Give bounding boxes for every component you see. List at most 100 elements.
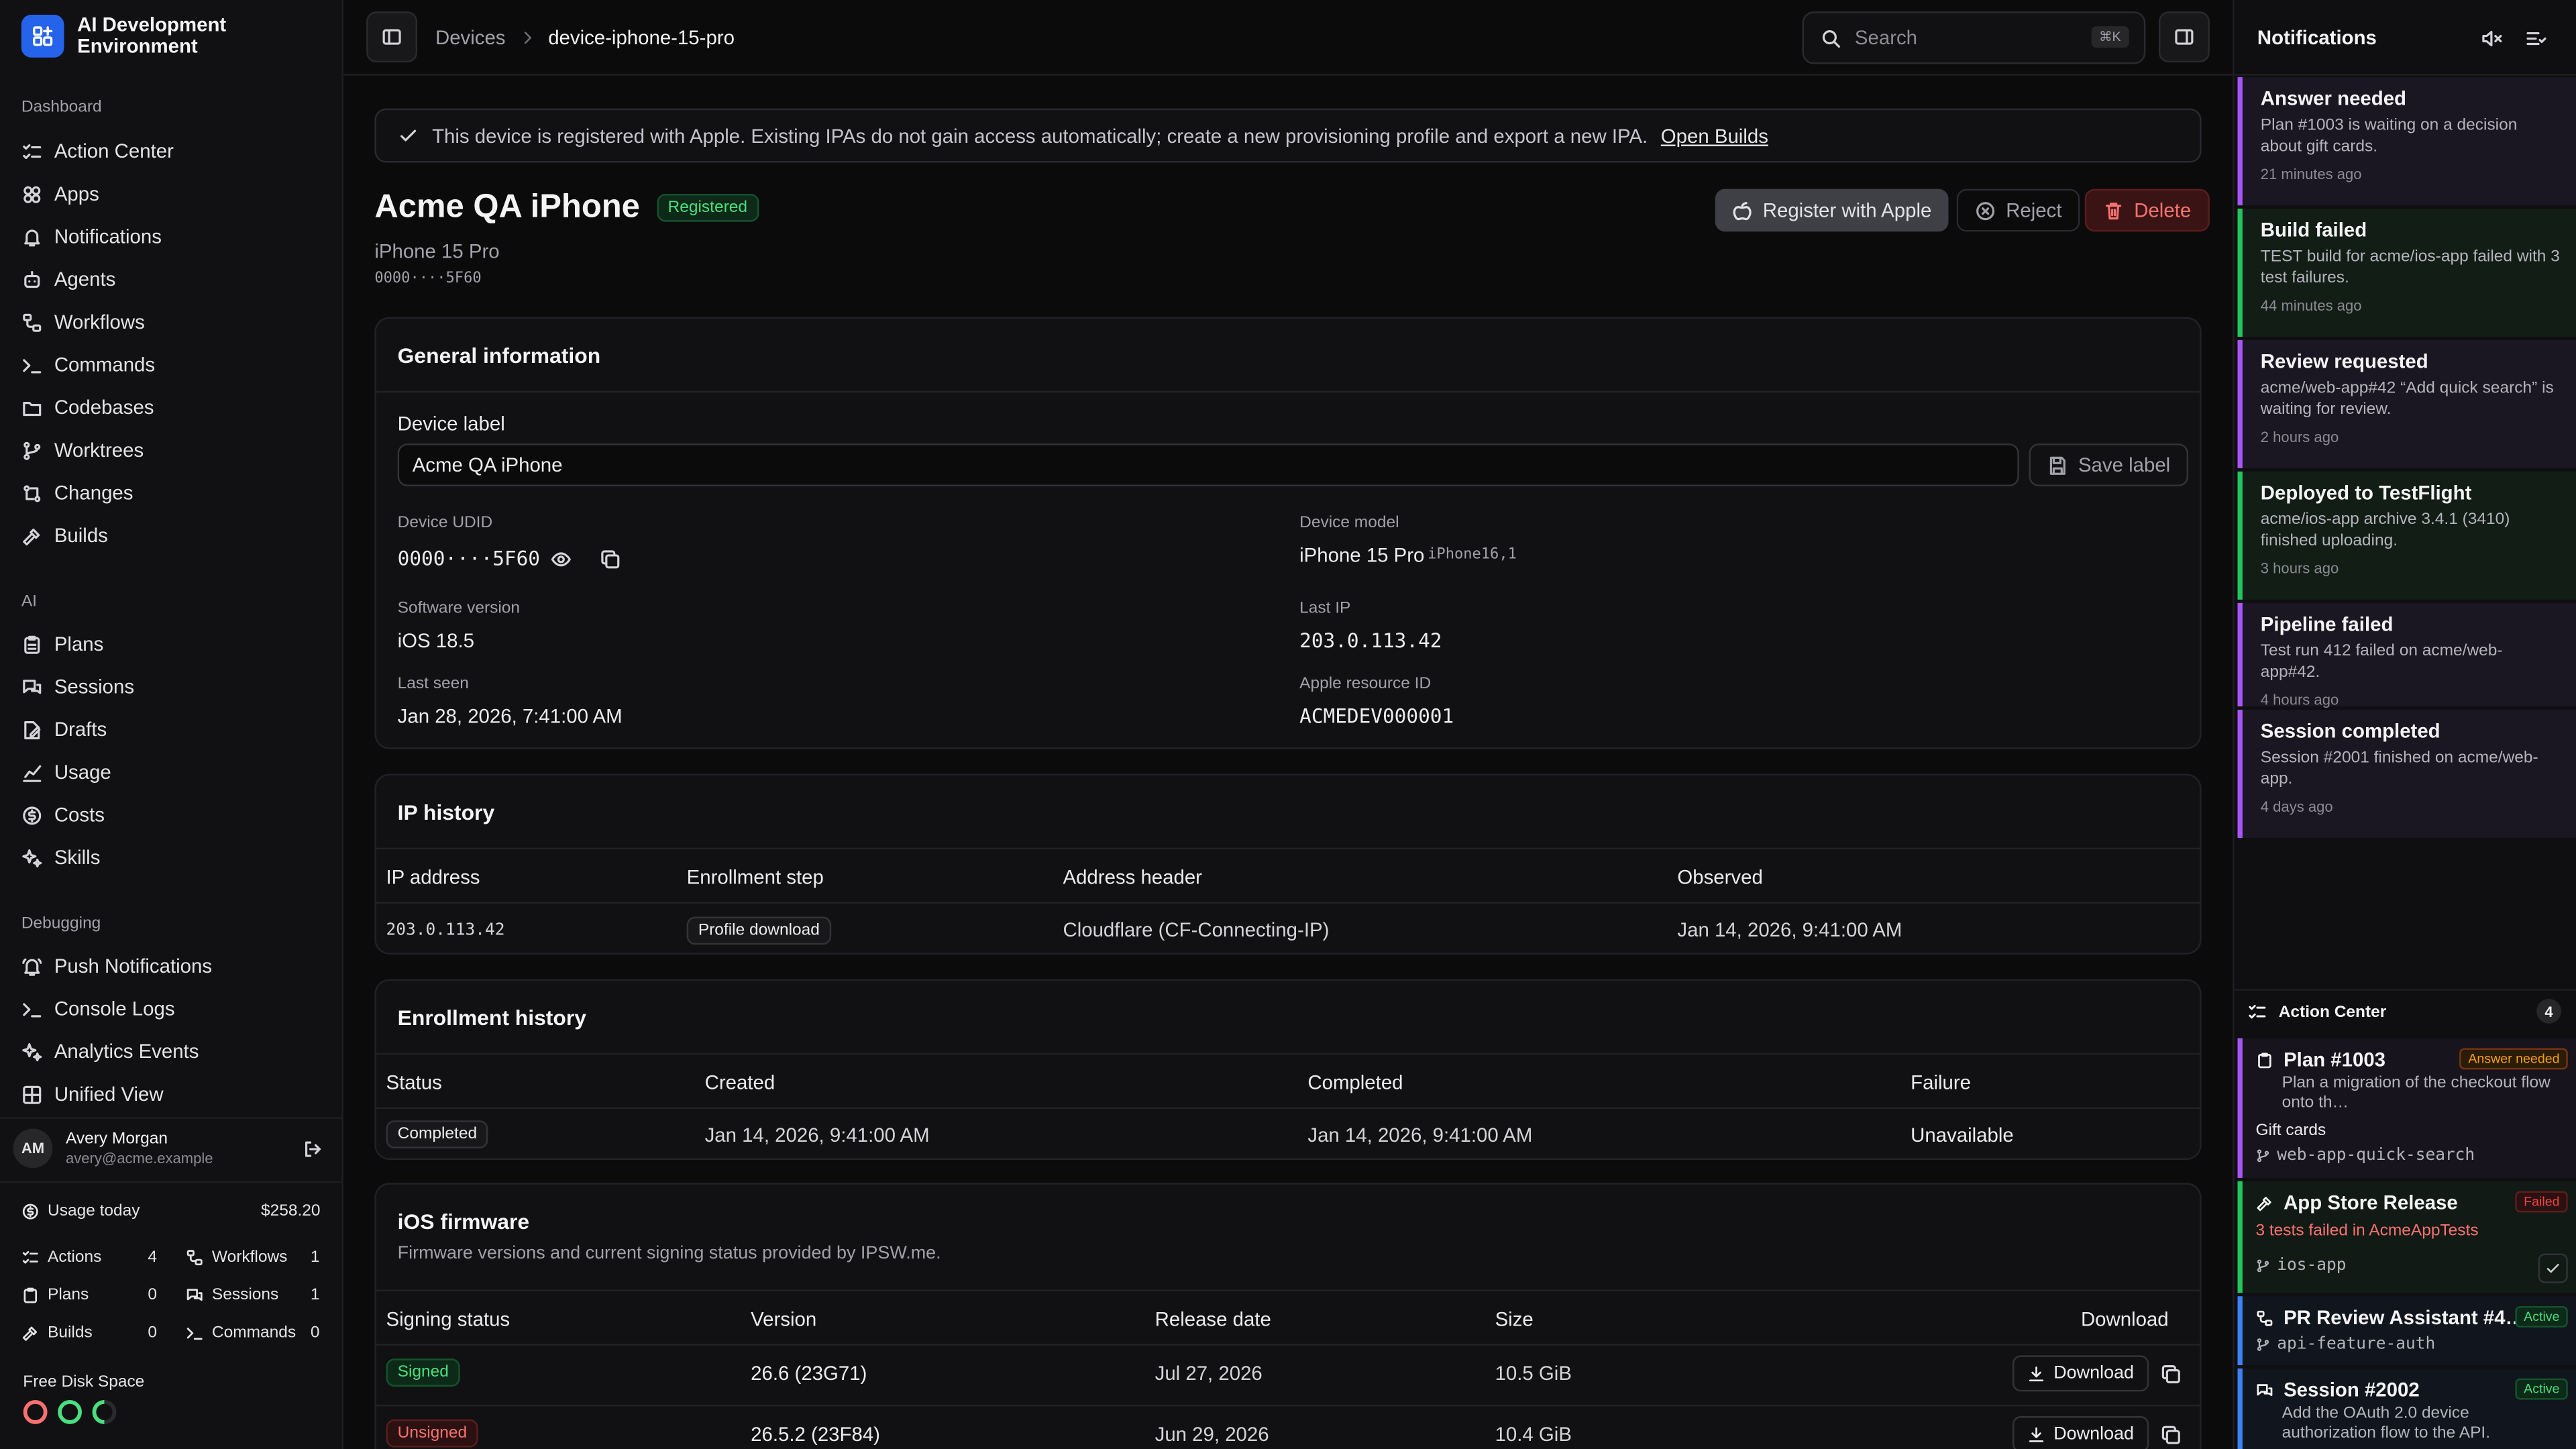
sidebar-item-workflows[interactable]: Workflows (21, 309, 145, 335)
search-input[interactable]: Search ⌘K (1802, 11, 2146, 64)
version-cell: 26.5.2 (23F84) (751, 1422, 880, 1446)
breadcrumb: Devices device-iphone-15-pro (435, 26, 735, 49)
mark-all-read-icon[interactable] (2525, 28, 2546, 50)
sidebar-item-analytics-events[interactable]: Analytics Events (21, 1038, 199, 1065)
sidebar-item-notifications[interactable]: Notifications (21, 223, 162, 250)
save-label-button[interactable]: Save label (2029, 443, 2189, 486)
notification-item[interactable]: Session completed Session #2001 finished… (2237, 709, 2576, 838)
eye-icon[interactable] (550, 549, 572, 570)
open-builds-link[interactable]: Open Builds (1661, 124, 1768, 147)
app-logo-icon (21, 15, 64, 58)
divider (2234, 989, 2576, 991)
release-date-cell: Jun 29, 2026 (1155, 1422, 1269, 1446)
stat-actions[interactable]: Actions (21, 1248, 102, 1267)
ip-history-card: IP history IP address Enrollment step Ad… (374, 773, 2202, 955)
action-item[interactable]: Plan #1003 Answer needed Plan a migratio… (2237, 1038, 2576, 1178)
panel-right-icon (2174, 26, 2195, 48)
workflow-icon (21, 311, 43, 333)
column-header: Release date (1155, 1307, 1271, 1331)
action-item[interactable]: Session #2002 Active Add the OAuth 2.0 d… (2237, 1368, 2576, 1449)
search-placeholder: Search (1854, 26, 1918, 50)
stat-sessions[interactable]: Sessions (186, 1287, 278, 1304)
apple-icon (1731, 200, 1753, 221)
device-label-title: Device label (397, 412, 505, 435)
action-item-title: Plan #1003 (2284, 1048, 2386, 1071)
copy-icon[interactable] (2160, 1424, 2182, 1446)
sidebar-item-builds[interactable]: Builds (21, 523, 108, 549)
notification-item[interactable]: Build failed TEST build for acme/ios-app… (2237, 209, 2576, 337)
register-with-apple-button[interactable]: Register with Apple (1715, 189, 1948, 232)
reject-button[interactable]: Reject (1956, 189, 2080, 232)
alert-text: This device is registered with Apple. Ex… (432, 123, 1648, 148)
download-button[interactable]: Download (2012, 1355, 2149, 1392)
sidebar-item-usage[interactable]: Usage (21, 759, 111, 785)
sidebar-item-apps[interactable]: Apps (21, 180, 99, 207)
user-profile[interactable]: AM Avery Morgan avery@acme.example (13, 1128, 331, 1169)
breadcrumb-devices[interactable]: Devices (435, 26, 506, 49)
sidebar-item-push-notifications[interactable]: Push Notifications (21, 953, 212, 979)
action-center-header[interactable]: Action Center 4 (2247, 998, 2565, 1024)
notification-title: Session completed (2260, 719, 2440, 743)
failure-cell: Unavailable (1911, 1124, 2014, 1147)
model-value: iPhone 15 Pro (1299, 543, 1425, 567)
action-item-description: 3 tests failed in AcmeAppTests (2255, 1222, 2479, 1240)
file-edit-icon (21, 718, 43, 740)
sidebar-item-action-center[interactable]: Action Center (21, 138, 174, 164)
notification-item[interactable]: Deployed to TestFlight acme/ios-app arch… (2237, 471, 2576, 600)
download-button[interactable]: Download (2012, 1416, 2149, 1449)
stat-value: 0 (148, 1324, 158, 1342)
notification-item[interactable]: Answer needed Plan #1003 is waiting on a… (2237, 77, 2576, 206)
git-compare-icon (21, 482, 43, 504)
sidebar-item-worktrees[interactable]: Worktrees (21, 437, 144, 463)
enrollment-step-chip: Profile download (686, 916, 832, 945)
sidebar-item-label: Builds (54, 524, 108, 547)
disk-ring-icon (58, 1399, 83, 1424)
stat-commands[interactable]: Commands (186, 1324, 296, 1342)
sidebar-item-changes[interactable]: Changes (21, 480, 133, 506)
stat-plans[interactable]: Plans (21, 1287, 89, 1304)
nav-section-dashboard: Dashboard (21, 98, 102, 117)
sidebar-item-sessions[interactable]: Sessions (21, 674, 134, 700)
action-item-title: App Store Release (2284, 1191, 2458, 1214)
sidebar-item-console-logs[interactable]: Console Logs (21, 996, 175, 1022)
stat-builds[interactable]: Builds (21, 1324, 93, 1342)
disk-ring-icon (23, 1399, 48, 1424)
notification-title: Build failed (2260, 218, 2367, 242)
toggle-right-panel-button[interactable] (2158, 11, 2210, 63)
mute-icon[interactable] (2481, 28, 2502, 50)
brand[interactable]: AI Development Environment (21, 14, 258, 58)
column-header: Signing status (386, 1307, 511, 1331)
toggle-sidebar-button[interactable] (366, 11, 418, 63)
notification-time: 2 hours ago (2260, 429, 2339, 445)
sidebar-item-agents[interactable]: Agents (21, 266, 115, 292)
search-shortcut: ⌘K (2090, 26, 2129, 48)
sidebar-item-label: Analytics Events (54, 1040, 199, 1063)
device-label-input[interactable]: Acme QA iPhone (397, 443, 2019, 486)
list-checks-icon (21, 1248, 40, 1267)
action-item[interactable]: App Store Release Failed 3 tests failed … (2237, 1181, 2576, 1293)
notification-item[interactable]: Pipeline failed Test run 412 failed on a… (2237, 602, 2576, 708)
copy-icon[interactable] (2160, 1364, 2182, 1385)
panel-title: Notifications (2257, 26, 2377, 50)
sidebar-item-plans[interactable]: Plans (21, 631, 104, 657)
notification-item[interactable]: Review requested acme/web-app#42 “Add qu… (2237, 339, 2576, 468)
enrollment-history-card: Enrollment history Status Created Comple… (374, 979, 2202, 1160)
delete-button[interactable]: Delete (2084, 189, 2210, 232)
sidebar-item-costs[interactable]: Costs (21, 802, 105, 828)
sidebar-item-codebases[interactable]: Codebases (21, 394, 154, 421)
user-email: avery@acme.example (65, 1150, 213, 1167)
sidebar-item-skills[interactable]: Skills (21, 845, 101, 871)
workflow-icon (186, 1248, 204, 1267)
sidebar-item-unified-view[interactable]: Unified View (21, 1081, 164, 1107)
sidebar-item-commands[interactable]: Commands (21, 352, 155, 378)
sidebar-item-drafts[interactable]: Drafts (21, 716, 107, 743)
copy-icon[interactable] (600, 549, 621, 570)
git-branch-icon (2255, 1258, 2270, 1273)
completed-cell: Jan 14, 2026, 9:41:00 AM (1307, 1124, 1533, 1147)
acknowledge-check-icon[interactable] (2538, 1253, 2568, 1283)
stat-workflows[interactable]: Workflows (186, 1248, 287, 1267)
action-item[interactable]: PR Review Assistant #4… Active api-featu… (2237, 1296, 2576, 1366)
notification-title: Pipeline failed (2260, 612, 2394, 636)
status-chip: Completed (386, 1120, 489, 1148)
logout-icon[interactable] (303, 1138, 324, 1160)
